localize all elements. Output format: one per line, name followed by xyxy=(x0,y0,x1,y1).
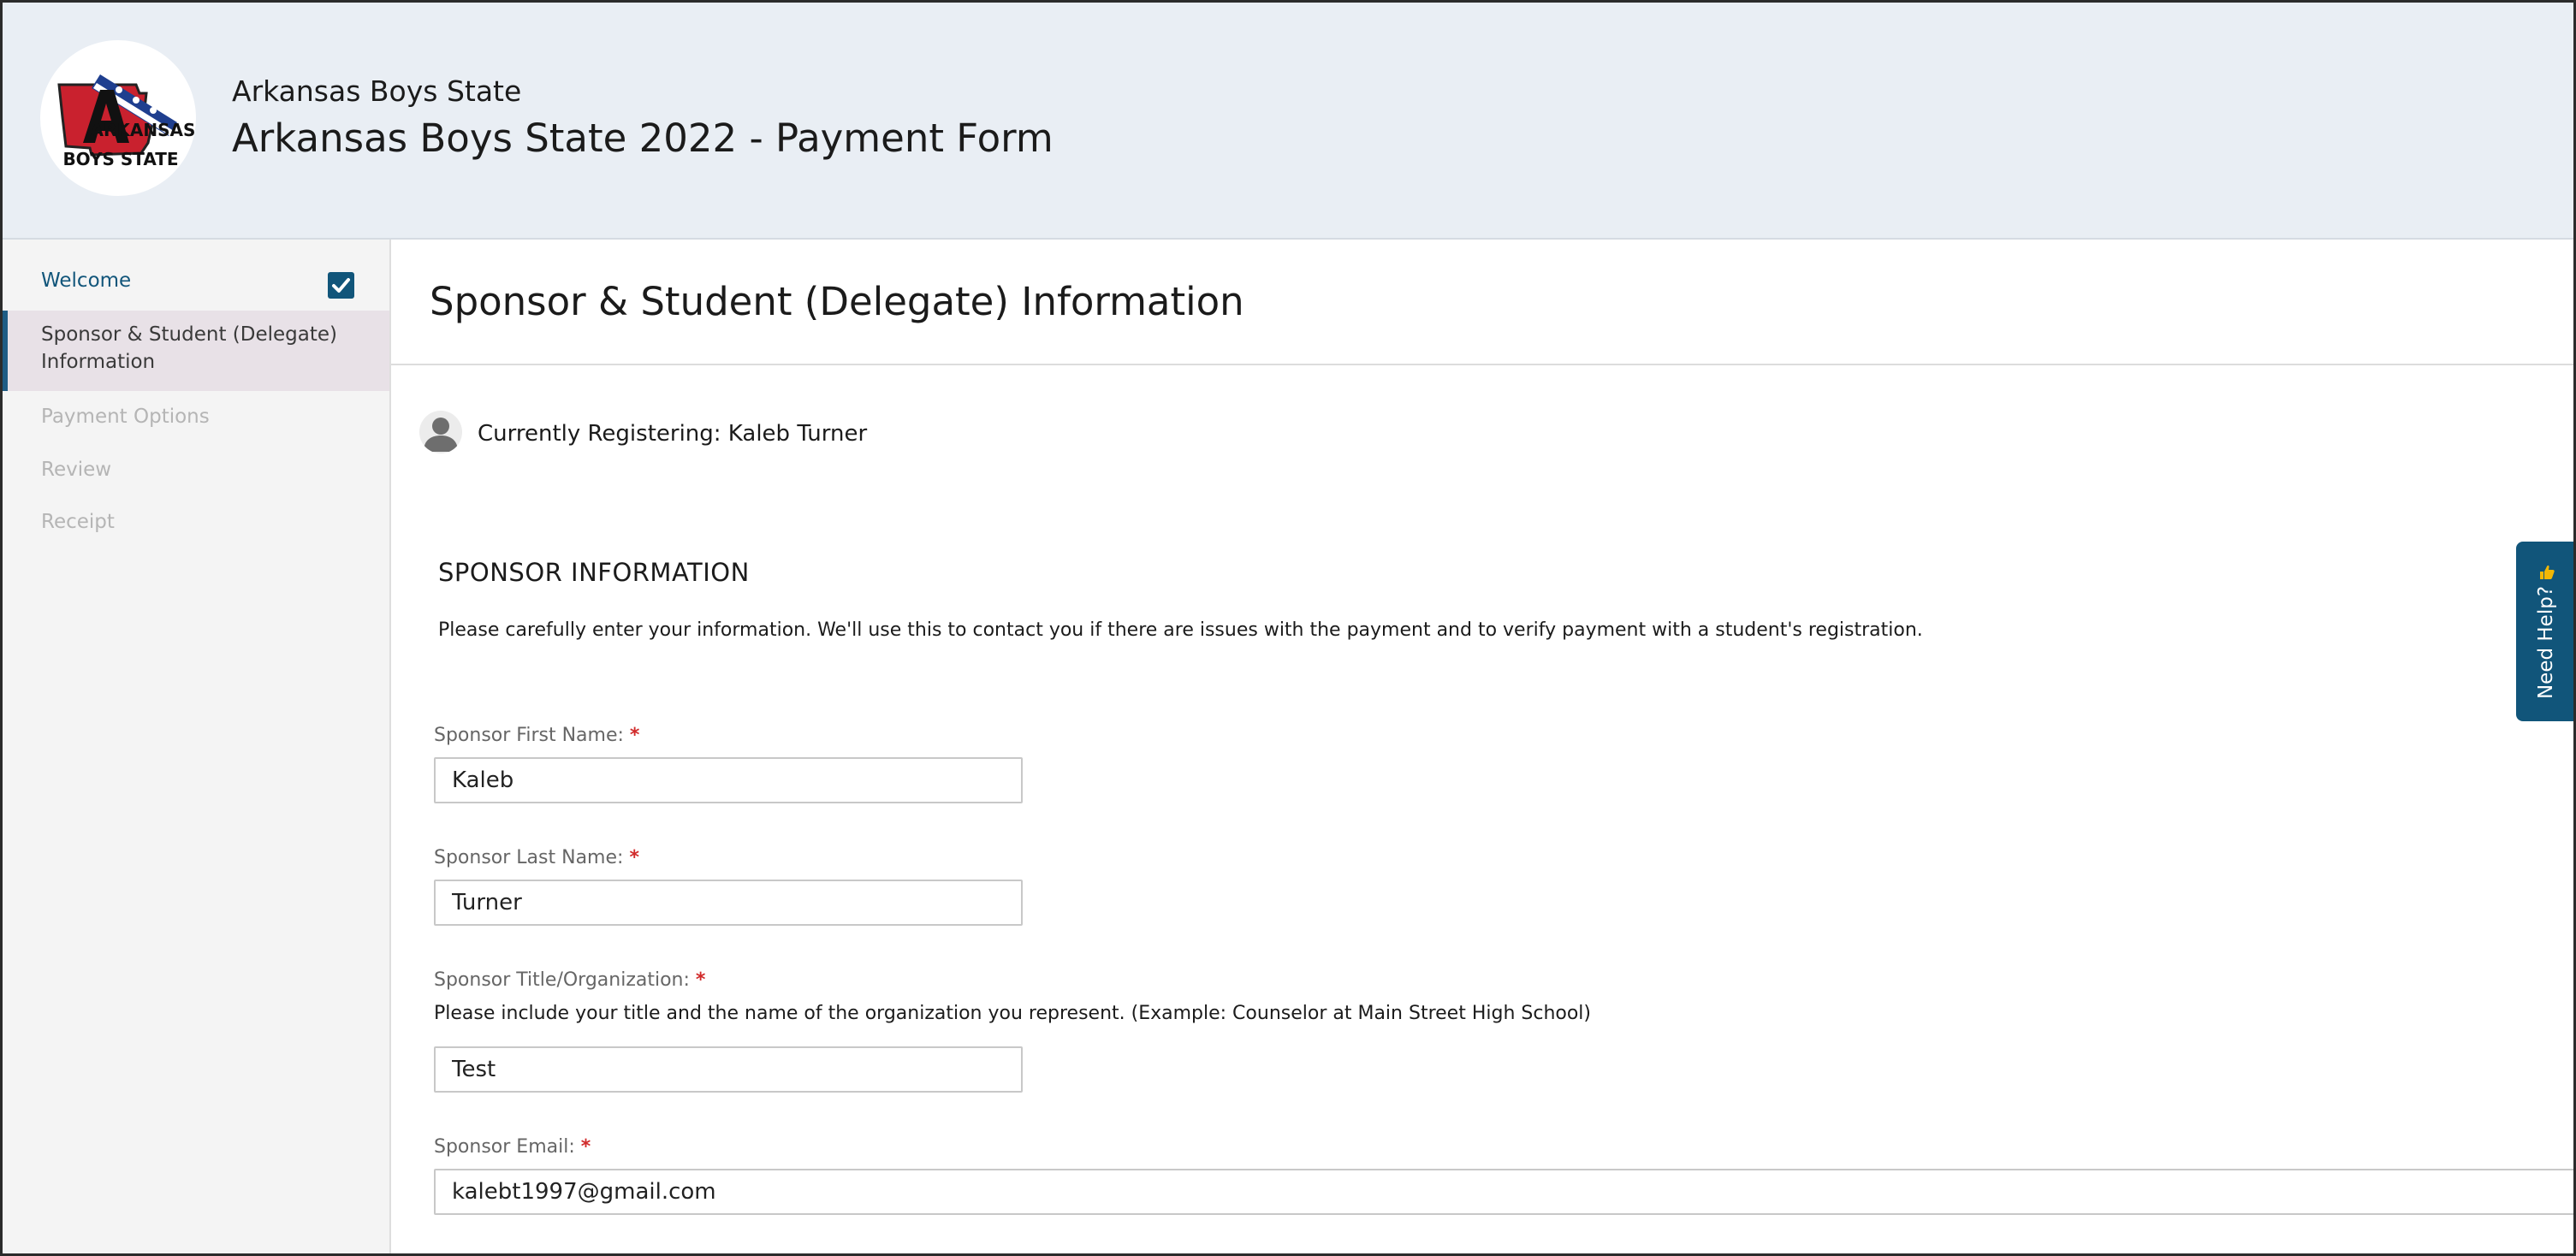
sidebar-item-label: Sponsor & Student (Delegate) Information xyxy=(41,323,337,373)
sidebar-item-receipt: Receipt xyxy=(3,508,389,536)
heading-divider xyxy=(391,364,2573,365)
app-window: ARKANSAS BOYS STATE Arkansas Boys State … xyxy=(0,0,2576,1256)
email-label: Sponsor Email: * xyxy=(434,1136,591,1158)
arkansas-boys-state-logo: ARKANSAS BOYS STATE xyxy=(40,40,196,196)
sidebar-item-label: Review xyxy=(41,459,112,481)
sidebar-item-review: Review xyxy=(3,456,389,483)
last-name-label: Sponsor Last Name: * xyxy=(434,847,639,868)
thumbs-up-icon xyxy=(2538,564,2555,584)
section-heading: SPONSOR INFORMATION xyxy=(438,558,750,587)
sidebar-item-payment-options: Payment Options xyxy=(3,403,389,430)
page-header: ARKANSAS BOYS STATE Arkansas Boys State … xyxy=(3,3,2573,240)
need-help-label: Need Help? xyxy=(2535,585,2557,700)
step-sidebar: Welcome Sponsor & Student (Delegate) Inf… xyxy=(3,240,391,1253)
sponsor-email-input[interactable] xyxy=(434,1169,2573,1215)
sidebar-item-label: Payment Options xyxy=(41,406,210,428)
section-description: Please carefully enter your information.… xyxy=(438,619,1923,641)
form-title: Arkansas Boys State 2022 - Payment Form xyxy=(232,116,1054,161)
title-organization-label: Sponsor Title/Organization: * xyxy=(434,969,706,991)
page-title: Sponsor & Student (Delegate) Information xyxy=(430,279,1244,324)
sponsor-title-organization-input[interactable] xyxy=(434,1046,1023,1093)
organization-name: Arkansas Boys State xyxy=(232,74,522,108)
required-marker: * xyxy=(695,969,706,991)
sponsor-last-name-input[interactable] xyxy=(434,880,1023,926)
logo-text-arkansas: ARKANSAS xyxy=(91,120,196,140)
currently-registering-text: Currently Registering: Kaleb Turner xyxy=(478,421,868,447)
required-marker: * xyxy=(629,847,639,868)
main-content: Sponsor & Student (Delegate) Information… xyxy=(391,240,2573,1253)
checkmark-icon xyxy=(328,272,354,299)
sidebar-item-label: Welcome xyxy=(41,270,132,292)
required-marker: * xyxy=(629,725,640,746)
need-help-button[interactable]: Need Help? xyxy=(2516,542,2573,721)
sidebar-item-sponsor-student-info[interactable]: Sponsor & Student (Delegate) Information xyxy=(3,311,389,391)
user-avatar-icon xyxy=(419,411,462,453)
sponsor-first-name-input[interactable] xyxy=(434,757,1023,803)
required-marker: * xyxy=(580,1136,591,1158)
first-name-label: Sponsor First Name: * xyxy=(434,725,640,746)
title-organization-help-text: Please include your title and the name o… xyxy=(434,1003,1592,1024)
sidebar-item-label: Receipt xyxy=(41,511,115,533)
logo-text-boys-state: BOYS STATE xyxy=(62,149,178,169)
